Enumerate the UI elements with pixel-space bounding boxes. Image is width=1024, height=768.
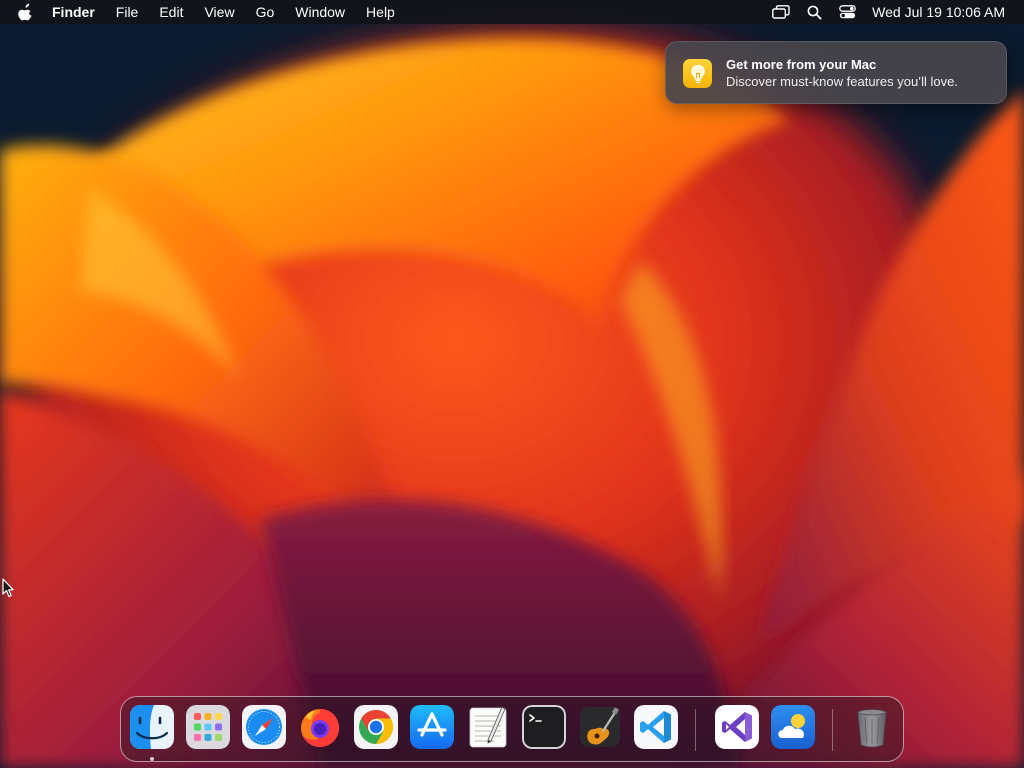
- dock-google-chrome[interactable]: [354, 705, 398, 749]
- dock-garageband[interactable]: [578, 705, 622, 749]
- dock-separator: [832, 709, 833, 751]
- dock-finder[interactable]: [130, 705, 174, 749]
- chrome-icon: [354, 705, 398, 749]
- menu-view[interactable]: View: [204, 0, 234, 24]
- menu-file[interactable]: File: [116, 0, 139, 24]
- dock-textedit[interactable]: [466, 705, 510, 749]
- notification-body: Discover must-know features you’ll love.: [726, 74, 958, 89]
- menu-bar-left: Finder File Edit View Go Window Help: [0, 0, 416, 24]
- dock-terminal[interactable]: [522, 705, 566, 749]
- textedit-icon: [469, 706, 507, 748]
- dock-safari[interactable]: [242, 705, 286, 749]
- menu-edit[interactable]: Edit: [159, 0, 183, 24]
- vscode-icon: [634, 705, 678, 749]
- spotlight-search-icon[interactable]: [805, 4, 823, 20]
- dock-visual-studio[interactable]: [715, 705, 759, 749]
- apple-menu-icon[interactable]: [18, 3, 34, 21]
- control-center-icon[interactable]: [838, 4, 856, 20]
- menu-bar: Finder File Edit View Go Window Help Wed…: [0, 0, 1024, 24]
- finder-icon: [130, 705, 174, 749]
- dock-firefox[interactable]: [298, 705, 342, 749]
- garageband-icon: [580, 707, 620, 747]
- menu-bar-clock[interactable]: Wed Jul 19 10:06 AM: [872, 0, 1005, 24]
- dock-weather[interactable]: [771, 705, 815, 749]
- trash-icon: [857, 709, 887, 748]
- lightbulb-icon: [683, 59, 712, 88]
- menu-window[interactable]: Window: [295, 0, 345, 24]
- notification-banner[interactable]: Get more from your Mac Discover must-kno…: [665, 41, 1007, 104]
- launchpad-icon: [186, 705, 230, 749]
- app-store-icon: [410, 705, 454, 749]
- dock: [120, 696, 904, 762]
- menu-go[interactable]: Go: [256, 0, 275, 24]
- dock-visual-studio-code[interactable]: [634, 705, 678, 749]
- running-indicator: [150, 757, 154, 761]
- desktop-wallpaper: [0, 0, 1024, 768]
- dock-launchpad[interactable]: [186, 705, 230, 749]
- dock-trash[interactable]: [850, 705, 894, 749]
- dock-app-store[interactable]: [410, 705, 454, 749]
- mouse-cursor-icon: [2, 578, 14, 598]
- display-mirroring-icon[interactable]: [772, 4, 790, 20]
- dock-separator: [695, 709, 696, 751]
- terminal-icon: [522, 705, 566, 749]
- menu-help[interactable]: Help: [366, 0, 395, 24]
- firefox-icon: [301, 709, 339, 747]
- menu-bar-status: Wed Jul 19 10:06 AM: [757, 0, 1005, 24]
- weather-icon: [771, 705, 815, 749]
- safari-icon: [242, 705, 286, 749]
- notification-title: Get more from your Mac: [726, 57, 877, 72]
- visual-studio-icon: [715, 705, 759, 749]
- menu-app-name[interactable]: Finder: [52, 0, 95, 24]
